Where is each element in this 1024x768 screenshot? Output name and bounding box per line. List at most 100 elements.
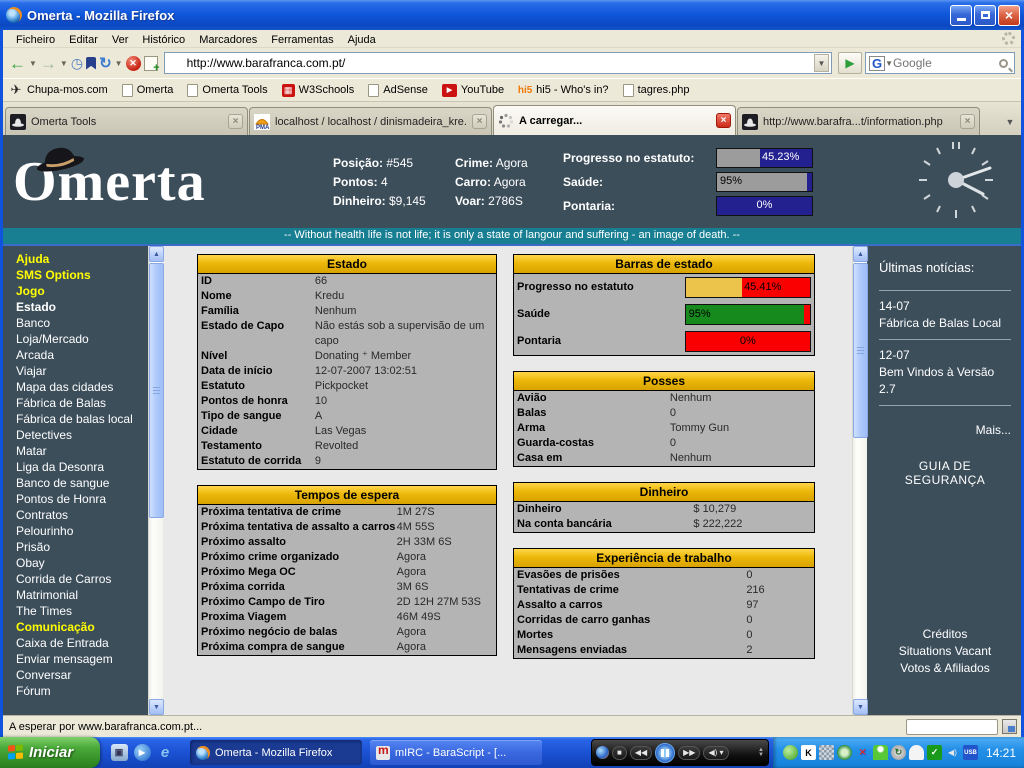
history-icon[interactable]: ◷ [71, 56, 83, 70]
forward-button[interactable]: → [40, 55, 57, 72]
sidebar-item-pris-o[interactable]: Prisão [16, 539, 146, 555]
menu-ferramentas[interactable]: Ferramentas [264, 34, 340, 46]
security-guide-link[interactable]: GUIA DE SEGURANÇA [879, 459, 1011, 487]
sidebar-item-banco[interactable]: Banco [16, 315, 146, 331]
bookmark-item[interactable]: Chupa-mos.com [9, 83, 108, 97]
news-more-link[interactable]: Mais... [879, 423, 1011, 437]
messenger-user-icon[interactable] [873, 745, 888, 760]
tab-active[interactable]: A carregar...× [493, 105, 736, 135]
volume-icon[interactable] [945, 745, 960, 760]
sidebar-item-pelourinho[interactable]: Pelourinho [16, 523, 146, 539]
back-button[interactable]: ← [9, 55, 26, 72]
forward-dropdown-icon[interactable]: ▼ [60, 59, 68, 68]
wmp-restore-button[interactable]: ▲▼ [758, 748, 764, 758]
tab-item[interactable]: Omerta Tools× [5, 107, 248, 135]
restore-button[interactable] [974, 5, 996, 26]
dome-icon[interactable] [909, 745, 924, 760]
camera-icon[interactable] [837, 745, 852, 760]
bookmark-item[interactable]: tagres.php [623, 84, 690, 97]
new-tab-icon[interactable] [144, 56, 158, 71]
media-player-icon[interactable]: ▶ [134, 744, 151, 761]
content-scrollbar[interactable]: ▲ ▼ [852, 246, 867, 715]
tab-close-icon[interactable]: × [472, 114, 487, 129]
scroll-down-icon[interactable]: ▼ [853, 699, 868, 715]
sidebar-item-matar[interactable]: Matar [16, 443, 146, 459]
bookmark-item[interactable]: Omerta Tools [187, 84, 267, 97]
save-disk-icon[interactable] [1002, 719, 1017, 734]
sidebar-item-comunica-o[interactable]: Comunicação [16, 619, 146, 635]
url-dropdown-button[interactable]: ▼ [814, 54, 829, 72]
sidebar-item-ajuda[interactable]: Ajuda [16, 251, 146, 267]
sidebar-scrollbar[interactable]: ▲ ▼ [148, 246, 163, 715]
tab-close-icon[interactable]: × [228, 114, 243, 129]
sidebar-item-caixa-de-entrada[interactable]: Caixa de Entrada [16, 635, 146, 651]
sidebar-item-matrimonial[interactable]: Matrimonial [16, 587, 146, 603]
news-item-link[interactable]: Bem Vindos à Versão 2.7 [879, 364, 1011, 398]
sidebar-item-f-rum[interactable]: Fórum [16, 683, 146, 699]
task-button-firefox[interactable]: Omerta - Mozilla Firefox [190, 740, 362, 765]
reload-dropdown-icon[interactable]: ▼ [115, 59, 123, 68]
sidebar-item-enviar-mensagem[interactable]: Enviar mensagem [16, 651, 146, 667]
footer-link-situations-vacant[interactable]: Situations Vacant [879, 643, 1011, 660]
wmp-pause-button[interactable] [655, 743, 675, 763]
sidebar-item-the-times[interactable]: The Times [16, 603, 146, 619]
sidebar-item-liga-da-desonra[interactable]: Liga da Desonra [16, 459, 146, 475]
sidebar-item-viajar[interactable]: Viajar [16, 363, 146, 379]
kaspersky-icon[interactable] [801, 745, 816, 760]
close-button[interactable]: × [998, 5, 1020, 26]
sidebar-item-conversar[interactable]: Conversar [16, 667, 146, 683]
wmp-volume-button[interactable]: ◀) ▾ [703, 746, 728, 760]
tab-close-icon[interactable]: × [716, 113, 731, 128]
internet-explorer-icon[interactable]: e [157, 744, 174, 761]
sidebar-item-pontos-de-honra[interactable]: Pontos de Honra [16, 491, 146, 507]
tab-close-icon[interactable]: × [960, 114, 975, 129]
engine-dropdown-icon[interactable]: ▼ [885, 59, 893, 68]
minimize-button[interactable] [950, 5, 972, 26]
search-icon[interactable] [999, 59, 1008, 68]
google-engine-icon[interactable]: G [869, 56, 885, 71]
sidebar-item-f-brica-de-balas-local[interactable]: Fábrica de balas local [16, 411, 146, 427]
bookmark-item[interactable]: YouTube [442, 84, 504, 97]
show-desktop-icon[interactable]: ▣ [111, 744, 128, 761]
bookmark-item[interactable]: hi5 - Who's in? [518, 83, 608, 97]
scroll-up-icon[interactable]: ▲ [149, 246, 164, 262]
scroll-down-icon[interactable]: ▼ [149, 699, 164, 715]
bookmark-icon[interactable] [86, 57, 96, 70]
reload-button[interactable]: ↻ [99, 56, 112, 71]
sidebar-item-arcada[interactable]: Arcada [16, 347, 146, 363]
tab-item[interactable]: http://www.barafra...t/information.php× [737, 107, 980, 135]
wmp-stop-button[interactable]: ■ [612, 746, 627, 760]
usb-icon[interactable] [963, 745, 978, 760]
search-input[interactable] [893, 56, 999, 70]
tab-item[interactable]: PMAlocalhost / localhost / dinismadeira_… [249, 107, 492, 135]
statusbar-input[interactable] [906, 719, 998, 735]
menu-marcadores[interactable]: Marcadores [192, 34, 264, 46]
sidebar-item-detectives[interactable]: Detectives [16, 427, 146, 443]
menu-editar[interactable]: Editar [62, 34, 105, 46]
menu-ajuda[interactable]: Ajuda [341, 34, 383, 46]
tab-list-dropdown-icon[interactable]: ▼ [1001, 109, 1019, 135]
sidebar-item-corrida-de-carros[interactable]: Corrida de Carros [16, 571, 146, 587]
sidebar-item-contratos[interactable]: Contratos [16, 507, 146, 523]
sidebar-item-f-brica-de-balas[interactable]: Fábrica de Balas [16, 395, 146, 411]
footer-link-votos-afiliados[interactable]: Votos & Afiliados [879, 660, 1011, 677]
update-icon[interactable] [891, 745, 906, 760]
antivirus-check-icon[interactable] [927, 745, 942, 760]
grid-icon[interactable] [819, 745, 834, 760]
menu-ficheiro[interactable]: Ficheiro [9, 34, 62, 46]
sidebar-item-mapa-das-cidades[interactable]: Mapa das cidades [16, 379, 146, 395]
sidebar-item-sms-options[interactable]: SMS Options [16, 267, 146, 283]
bookmark-item[interactable]: W3Schools [282, 84, 355, 97]
footer-link-cr-ditos[interactable]: Créditos [879, 626, 1011, 643]
menu-histórico[interactable]: Histórico [135, 34, 192, 46]
msn-icon[interactable] [855, 745, 870, 760]
stop-button[interactable]: ✕ [126, 56, 141, 71]
scroll-up-icon[interactable]: ▲ [853, 246, 868, 262]
sidebar-item-banco-de-sangue[interactable]: Banco de sangue [16, 475, 146, 491]
wmp-previous-button[interactable]: ◀◀ [630, 746, 652, 760]
go-button[interactable]: ▶ [838, 52, 862, 74]
scrollbar-thumb[interactable] [853, 263, 868, 438]
back-dropdown-icon[interactable]: ▼ [29, 59, 37, 68]
sidebar-item-jogo[interactable]: Jogo [16, 283, 146, 299]
sidebar-item-estado[interactable]: Estado [16, 299, 146, 315]
